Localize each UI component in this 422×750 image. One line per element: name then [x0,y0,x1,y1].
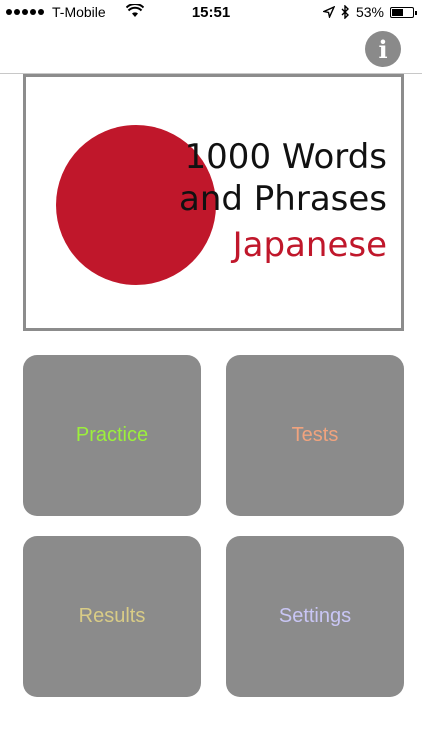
practice-button[interactable]: Practice [23,355,201,516]
results-label: Results [78,605,146,627]
info-button[interactable]: i [365,31,401,67]
location-arrow-icon [322,6,335,18]
svg-text:i: i [378,35,387,64]
settings-button[interactable]: Settings [226,536,404,697]
info-icon: i [378,35,387,64]
bluetooth-icon [341,5,349,19]
tests-button[interactable]: Tests [226,355,404,516]
app-banner: 1000 Words and Phrases Japanese [23,74,404,331]
tests-label: Tests [291,424,339,446]
settings-label: Settings [278,605,352,627]
banner-title-line2: and Phrases [179,179,387,219]
practice-label: Practice [75,424,149,446]
battery-level-fill [392,8,403,16]
results-button[interactable]: Results [23,536,201,697]
banner-language: Japanese [232,225,387,265]
status-right: 53% [317,4,417,20]
banner-title-line1: 1000 Words [184,137,387,177]
status-bar: T-Mobile 15:51 53% [0,0,422,26]
battery-percent: 53% [355,4,384,20]
battery-icon [390,6,417,18]
